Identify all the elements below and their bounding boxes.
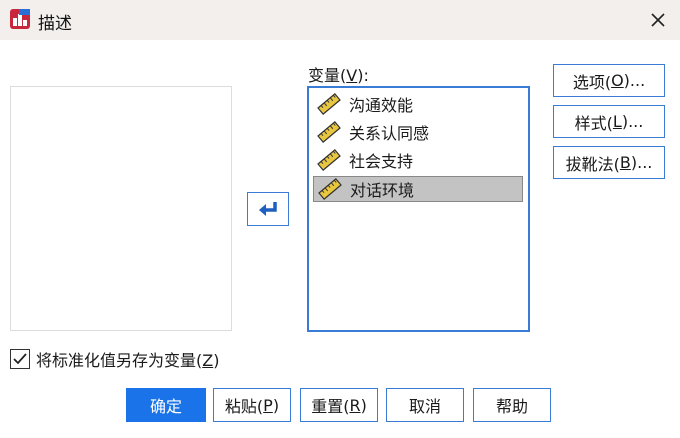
reset-button[interactable]: 重置(R) (300, 388, 378, 422)
close-button[interactable] (644, 6, 672, 34)
scale-ruler-icon (317, 93, 341, 115)
move-variable-button[interactable] (247, 192, 289, 226)
variable-item-selected[interactable]: 对话环境 (313, 176, 523, 202)
spss-app-icon (10, 9, 30, 29)
save-standardized-checkbox[interactable] (10, 349, 30, 369)
arrow-left-icon (259, 202, 277, 216)
save-standardized-option[interactable]: 将标准化值另存为变量(Z) (10, 347, 219, 371)
variable-item[interactable]: 沟通效能 (313, 91, 523, 117)
scale-ruler-icon (317, 121, 341, 143)
variables-label: 变量(V): (308, 66, 369, 85)
scale-ruler-icon (317, 149, 341, 171)
source-variable-list[interactable] (10, 86, 232, 331)
ok-button[interactable]: 确定 (126, 388, 206, 422)
close-icon (651, 13, 665, 27)
style-button[interactable]: 样式(L)... (553, 105, 665, 138)
paste-button[interactable]: 粘贴(P) (213, 388, 291, 422)
scale-ruler-icon (318, 178, 342, 200)
title-bar: 描述 (0, 0, 680, 40)
window-title: 描述 (38, 14, 72, 34)
save-standardized-label: 将标准化值另存为变量(Z) (36, 351, 220, 370)
variable-item[interactable]: 社会支持 (313, 147, 523, 173)
options-button[interactable]: 选项(O)... (553, 64, 665, 97)
help-button[interactable]: 帮助 (473, 388, 551, 422)
cancel-button[interactable]: 取消 (386, 388, 464, 422)
bootstrap-button[interactable]: 拔靴法(B)... (553, 146, 665, 179)
target-variable-list[interactable]: 沟通效能 关系认同感 社会支持 对话环境 (307, 86, 530, 332)
checkmark-icon (13, 353, 27, 365)
variable-item[interactable]: 关系认同感 (313, 119, 523, 145)
